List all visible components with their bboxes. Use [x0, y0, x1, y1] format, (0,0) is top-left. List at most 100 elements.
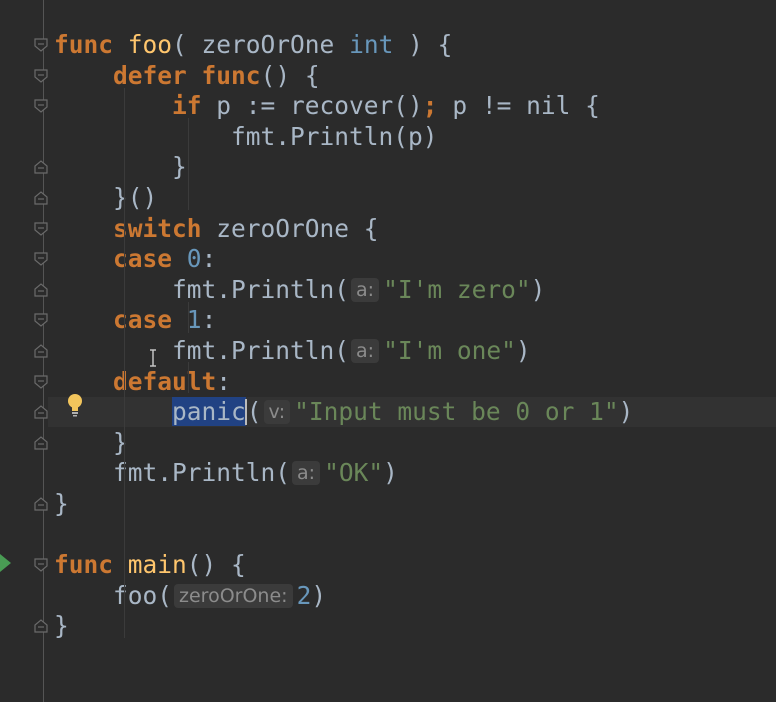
keyword: func — [54, 550, 114, 580]
indent-guide — [124, 88, 125, 241]
code-line[interactable]: func foo( zeroOrOne int ) { — [54, 30, 776, 60]
code-line-current[interactable]: panic(v: "Input must be 0 or 1") — [48, 397, 776, 428]
code-token: fmt.Println( — [54, 336, 350, 365]
indent-guide — [124, 576, 125, 607]
fold-marker-icon[interactable] — [34, 344, 48, 358]
code-line[interactable] — [54, 520, 776, 550]
fold-marker-icon[interactable] — [34, 619, 48, 633]
code-token: ) — [383, 458, 398, 488]
code-line[interactable]: fmt.Println(a: "OK") — [54, 458, 776, 488]
run-triangle-icon[interactable] — [0, 554, 12, 572]
function-name: main — [127, 550, 187, 580]
code-token: () { — [186, 550, 246, 580]
keyword: case — [113, 244, 173, 274]
parameter-hint: zeroOrOne: — [174, 583, 293, 608]
code-token: () { — [260, 60, 320, 90]
code-token: ) — [618, 397, 634, 427]
keyword: defer — [113, 60, 187, 90]
code-token: fmt.Println( — [54, 274, 350, 304]
string-literal: "OK" — [324, 458, 384, 488]
code-token: } — [54, 611, 69, 641]
code-token: : — [201, 244, 217, 274]
fold-marker-icon[interactable] — [34, 558, 48, 572]
code-token: fmt.Println( — [54, 458, 291, 488]
code-line[interactable]: fmt.Println(a: "I'm zero") — [54, 275, 776, 305]
code-token: ) — [530, 274, 546, 304]
code-line[interactable]: if p := recover(); p != nil { — [54, 91, 776, 121]
indent-guide — [188, 302, 189, 333]
selected-text: panic — [172, 397, 246, 427]
code-line[interactable]: foo(zeroOrOne: 2) — [54, 581, 776, 611]
code-token: } — [54, 489, 69, 518]
code-token: }() — [54, 183, 158, 212]
code-area[interactable]: func foo( zeroOrOne int ) { defer func()… — [48, 0, 776, 702]
code-line[interactable]: case 1: — [54, 305, 776, 335]
code-token: ( zeroOrOne — [172, 30, 350, 59]
lightbulb-icon[interactable] — [66, 393, 84, 417]
code-token: fmt.Println(p) — [54, 121, 438, 151]
code-line[interactable]: default: — [54, 367, 776, 397]
fold-marker-icon[interactable] — [34, 38, 48, 52]
parameter-hint: a: — [351, 339, 380, 363]
fold-marker-icon[interactable] — [34, 283, 48, 297]
indent-guide — [188, 118, 189, 210]
code-editor[interactable]: func foo( zeroOrOne int ) { defer func()… — [0, 0, 776, 702]
keyword: ; — [422, 91, 438, 121]
fold-marker-icon[interactable] — [34, 252, 48, 266]
code-line[interactable]: fmt.Println(p) — [54, 122, 776, 152]
fold-marker-icon[interactable] — [34, 221, 48, 236]
code-line[interactable]: } — [54, 489, 776, 519]
code-line[interactable]: } — [54, 152, 776, 182]
string-literal: "I'm zero" — [383, 274, 531, 304]
function-name: foo — [127, 30, 173, 59]
number-literal: 2 — [296, 580, 312, 610]
code-token: p := recover() — [201, 91, 423, 121]
keyword: default — [113, 366, 217, 396]
fold-marker-icon[interactable] — [34, 374, 48, 389]
code-token: : — [216, 366, 232, 396]
keyword: switch — [113, 213, 202, 243]
code-token: : — [201, 305, 217, 335]
code-line[interactable]: fmt.Println(a: "I'm one") — [54, 336, 776, 366]
code-token: foo( — [54, 580, 173, 610]
string-literal: "I'm one" — [383, 336, 516, 365]
fold-marker-icon[interactable] — [34, 313, 48, 328]
code-line[interactable]: }() — [54, 183, 776, 213]
code-line[interactable]: switch zeroOrOne { — [54, 214, 776, 244]
code-line[interactable]: defer func() { — [54, 61, 776, 91]
code-token: p != nil { — [437, 91, 600, 121]
keyword: if — [172, 91, 202, 121]
keyword: case — [113, 305, 173, 335]
number-literal: 1 — [186, 305, 202, 335]
code-line[interactable]: } — [54, 611, 776, 641]
code-token: ( — [246, 397, 262, 427]
fold-marker-icon[interactable] — [34, 497, 48, 511]
code-line[interactable]: case 0: — [54, 244, 776, 274]
text-cursor-icon — [150, 349, 156, 367]
fold-marker-icon[interactable] — [34, 405, 48, 419]
code-token: ) — [515, 336, 531, 365]
code-line[interactable]: func main() { — [54, 550, 776, 580]
fold-marker-icon[interactable] — [34, 191, 48, 205]
fold-marker-icon[interactable] — [34, 99, 48, 113]
parameter-hint: v: — [263, 400, 291, 425]
fold-marker-icon[interactable] — [34, 160, 48, 174]
keyword: func — [201, 60, 261, 90]
code-token: ) { — [393, 30, 453, 59]
code-line[interactable]: } — [54, 428, 776, 458]
fold-marker-icon[interactable] — [34, 436, 48, 450]
fold-marker-icon[interactable] — [34, 68, 48, 83]
number-literal: 0 — [186, 244, 202, 274]
parameter-hint: a: — [351, 277, 380, 302]
code-token: zeroOrOne { — [201, 213, 379, 243]
keyword: func — [54, 30, 114, 59]
